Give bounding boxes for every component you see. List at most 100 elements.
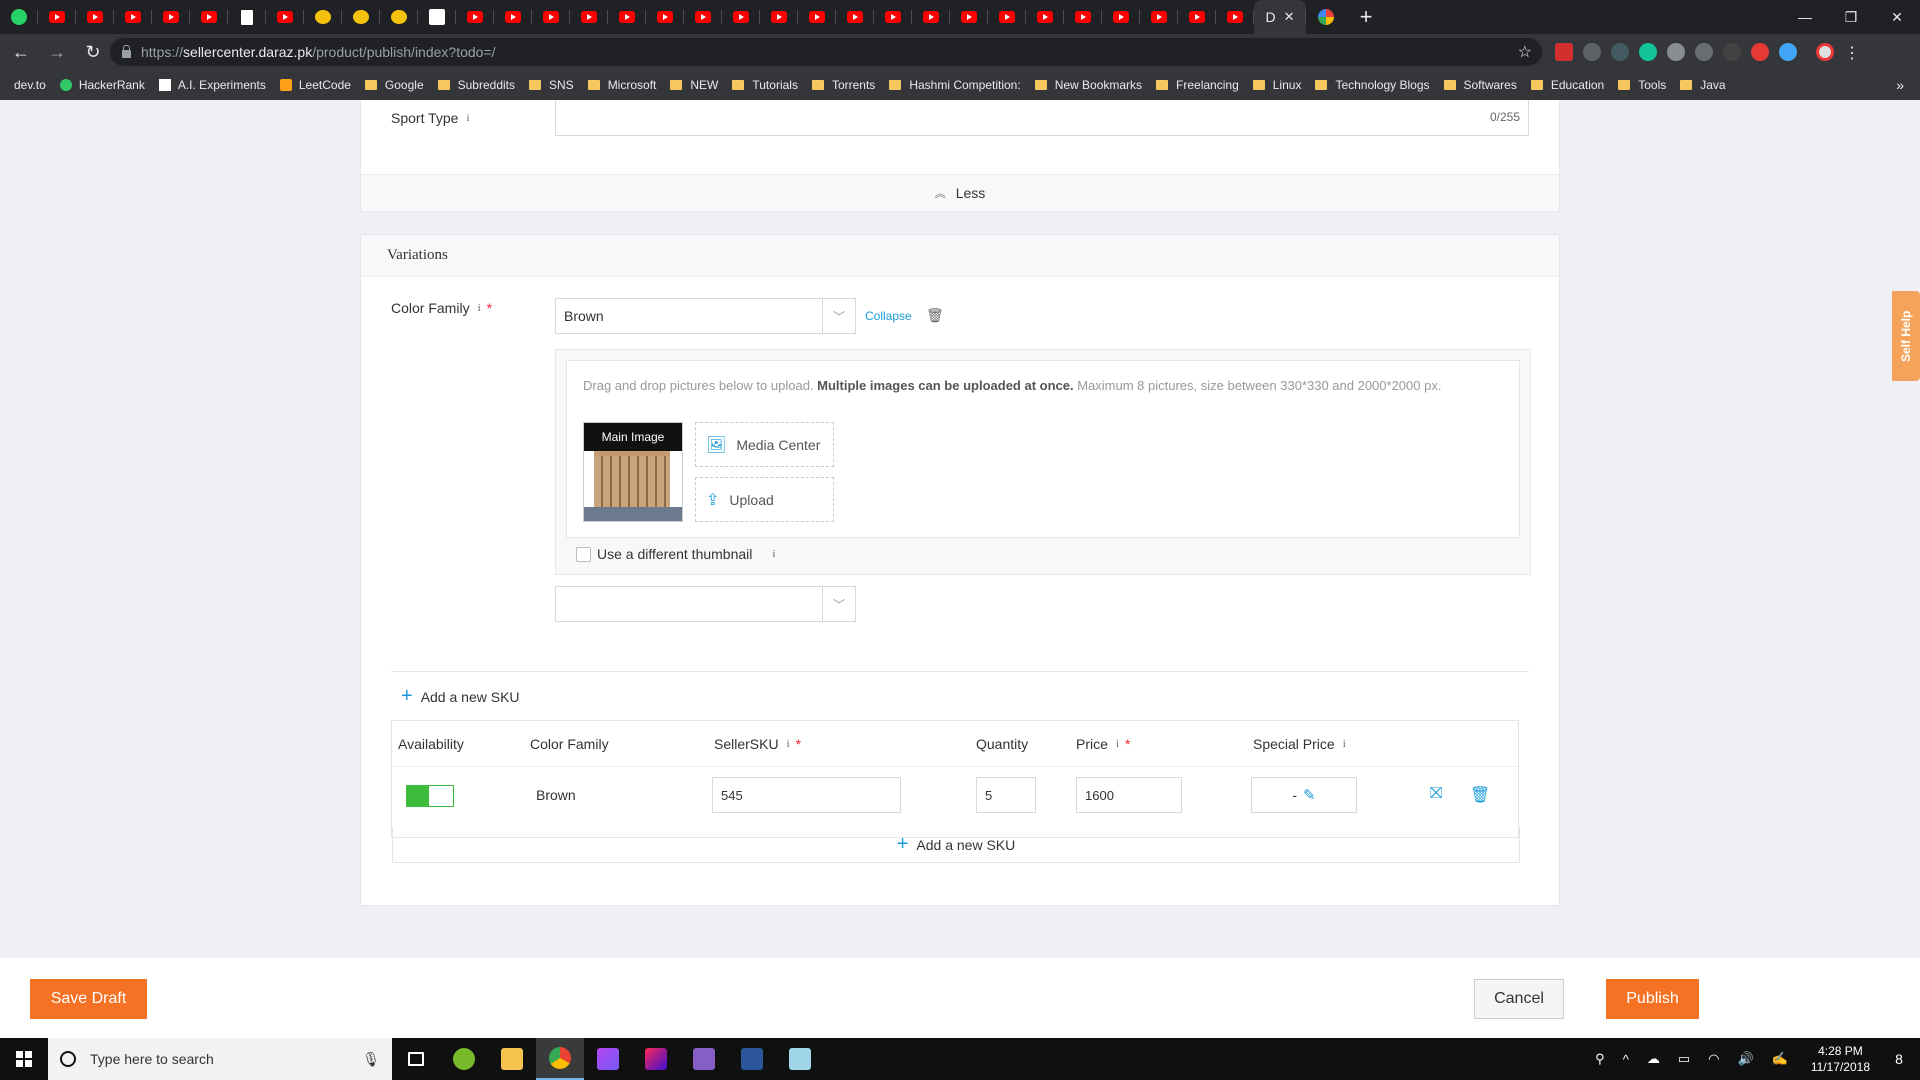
file-explorer-taskbar[interactable]	[488, 1038, 536, 1080]
add-color-select[interactable]: ﹀	[555, 586, 856, 622]
add-sku-link[interactable]: + Add a new SKU	[401, 685, 520, 708]
wifi-icon[interactable]: ◠	[1708, 1051, 1719, 1067]
sport-type-input[interactable]: 0/255	[555, 100, 1529, 136]
trash-icon[interactable]: 🗑	[926, 307, 944, 324]
people-icon[interactable]: ⚲	[1595, 1051, 1605, 1067]
pocket-icon[interactable]	[1751, 43, 1769, 61]
info-icon[interactable]: i	[772, 548, 775, 560]
bookmark-folder[interactable]: Tutorials	[732, 78, 798, 92]
minimize-icon[interactable]: —	[1782, 0, 1828, 34]
save-draft-button[interactable]: Save Draft	[30, 979, 147, 1019]
tab-doc[interactable]	[228, 0, 266, 34]
tab-youtube[interactable]	[798, 0, 836, 34]
bookmark-folder[interactable]: Microsoft	[587, 78, 656, 92]
bookmark-folder[interactable]: NEW	[670, 78, 718, 92]
extension-icon[interactable]	[1779, 43, 1797, 61]
tab-youtube[interactable]	[1178, 0, 1216, 34]
notification-icon[interactable]: 8	[1884, 1044, 1914, 1074]
dark-mode-icon[interactable]	[1583, 43, 1601, 61]
volume-icon[interactable]: 🔊	[1737, 1051, 1753, 1067]
quantity-input[interactable]: 5	[976, 777, 1036, 813]
bookmark-folder[interactable]: Java	[1680, 78, 1726, 92]
tab-active-daraz[interactable]: D ✕	[1254, 0, 1306, 34]
tab-youtube[interactable]	[874, 0, 912, 34]
tab-youtube[interactable]	[950, 0, 988, 34]
taskbar-search[interactable]: Type here to search 🎙	[48, 1038, 392, 1080]
extension-icon[interactable]	[1611, 43, 1629, 61]
tab-google[interactable]	[1306, 0, 1346, 34]
less-toggle[interactable]: ︽ Less	[361, 174, 1559, 211]
tab-youtube[interactable]	[114, 0, 152, 34]
tab-youtube[interactable]	[1026, 0, 1064, 34]
seller-sku-input[interactable]: 545	[712, 777, 901, 813]
info-icon[interactable]: i	[787, 738, 790, 750]
self-help-tab[interactable]: Self Help	[1892, 291, 1920, 381]
intellij-taskbar[interactable]	[632, 1038, 680, 1080]
tab-youtube[interactable]	[646, 0, 684, 34]
thumbnail-checkbox[interactable]	[576, 546, 591, 562]
adblock-icon[interactable]	[1555, 43, 1573, 61]
tab-wiki[interactable]	[418, 0, 456, 34]
tab-warning[interactable]	[304, 0, 342, 34]
cancel-button[interactable]: Cancel	[1474, 979, 1564, 1019]
chevron-up-icon[interactable]: ^	[1623, 1052, 1629, 1067]
media-center-button[interactable]: 🖼 Media Center	[695, 422, 834, 467]
word-taskbar[interactable]	[728, 1038, 776, 1080]
battery-icon[interactable]: ▭	[1678, 1051, 1690, 1067]
tab-youtube[interactable]	[760, 0, 798, 34]
extension-icon[interactable]	[1667, 43, 1685, 61]
image-dropzone[interactable]: Drag and drop pictures below to upload. …	[566, 360, 1520, 538]
add-sku-row-button[interactable]: + Add a new SKU	[392, 827, 1520, 863]
bookmark-folder[interactable]: New Bookmarks	[1034, 78, 1142, 92]
bookmark-folder[interactable]: Softwares	[1443, 78, 1517, 92]
bookmark-folder[interactable]: Google	[364, 78, 424, 92]
collapse-link[interactable]: Collapse	[865, 309, 912, 323]
tab-youtube[interactable]	[608, 0, 646, 34]
forward-arrow-icon[interactable]: →	[42, 37, 72, 67]
tab-youtube[interactable]	[988, 0, 1026, 34]
tab-youtube[interactable]	[152, 0, 190, 34]
visual-studio-taskbar[interactable]	[680, 1038, 728, 1080]
menu-dots-icon[interactable]: ⋮	[1844, 43, 1860, 62]
bookmark-folder[interactable]: Torrents	[811, 78, 875, 92]
bookmarks-overflow-icon[interactable]: »	[1896, 77, 1904, 93]
publish-button[interactable]: Publish	[1606, 979, 1699, 1019]
tab-youtube[interactable]	[1140, 0, 1178, 34]
bookmark-folder[interactable]: Linux	[1252, 78, 1301, 92]
bookmark-folder[interactable]: SNS	[529, 78, 574, 92]
tab-youtube[interactable]	[76, 0, 114, 34]
notes-taskbar[interactable]	[776, 1038, 824, 1080]
tab-youtube[interactable]	[1102, 0, 1140, 34]
new-tab-button[interactable]: +	[1346, 4, 1386, 30]
start-button[interactable]	[0, 1038, 48, 1080]
bookmark-folder[interactable]: Freelancing	[1156, 78, 1239, 92]
tab-youtube[interactable]	[1216, 0, 1254, 34]
utorrent-taskbar[interactable]	[440, 1038, 488, 1080]
bookmark-item[interactable]: LeetCode	[279, 78, 351, 92]
bookmark-folder[interactable]: Tools	[1618, 78, 1666, 92]
info-icon[interactable]: i	[478, 302, 481, 314]
tab-whatsapp[interactable]	[0, 0, 38, 34]
bookmark-folder[interactable]: Hashmi Competition:	[889, 78, 1021, 92]
grammarly-icon[interactable]	[1639, 43, 1657, 61]
restore-icon[interactable]: ❐	[1828, 0, 1874, 34]
tab-youtube[interactable]	[684, 0, 722, 34]
font-extension-icon[interactable]	[1723, 43, 1741, 61]
special-price-button[interactable]: - ✎	[1251, 777, 1357, 813]
color-family-select[interactable]: Brown ﹀	[555, 298, 856, 334]
tab-youtube[interactable]	[570, 0, 608, 34]
bookmark-folder[interactable]: Technology Blogs	[1315, 78, 1430, 92]
bookmark-folder[interactable]: Education	[1530, 78, 1604, 92]
tab-youtube[interactable]	[494, 0, 532, 34]
chrome-taskbar[interactable]	[536, 1038, 584, 1080]
tab-warning[interactable]	[380, 0, 418, 34]
main-image-thumbnail[interactable]: Main Image	[583, 422, 683, 522]
back-arrow-icon[interactable]: ←	[6, 37, 36, 67]
profile-avatar[interactable]	[1816, 43, 1834, 61]
tab-youtube[interactable]	[1064, 0, 1102, 34]
task-view-button[interactable]	[392, 1038, 440, 1080]
bookmark-item[interactable]: HackerRank	[59, 78, 145, 92]
settings-extension-icon[interactable]	[1695, 43, 1713, 61]
tab-youtube[interactable]	[190, 0, 228, 34]
info-icon[interactable]: i	[466, 112, 469, 124]
